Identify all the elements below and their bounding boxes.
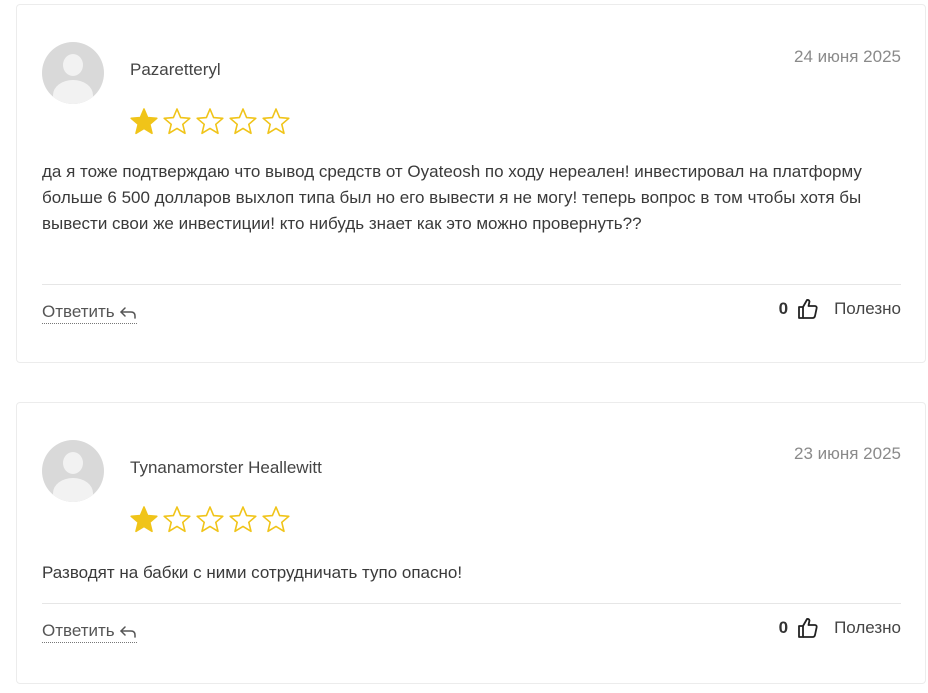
avatar	[42, 42, 104, 104]
divider	[42, 603, 901, 604]
thumbs-up-icon[interactable]	[796, 297, 820, 321]
reply-arrow-icon	[119, 626, 136, 638]
reply-link[interactable]: Ответить	[42, 621, 137, 643]
useful-vote: 0 Полезно	[779, 616, 901, 640]
review-date: 23 июня 2025	[793, 444, 901, 463]
avatar-body-shape	[53, 478, 93, 502]
star-empty-icon	[163, 506, 191, 533]
useful-vote: 0 Полезно	[779, 297, 901, 321]
star-empty-icon	[163, 108, 191, 135]
review-card: Tynanamorster Heallewitt 23 июня 2025 Ра…	[16, 402, 926, 684]
useful-button[interactable]: Полезно	[834, 618, 901, 638]
reply-label: Ответить	[42, 621, 115, 640]
star-empty-icon	[229, 108, 257, 135]
reply-arrow-icon	[119, 307, 136, 319]
avatar-head-shape	[63, 452, 83, 474]
star-empty-icon	[196, 108, 224, 135]
star-empty-icon	[262, 108, 290, 135]
star-filled-icon	[130, 108, 158, 135]
star-filled-icon	[130, 506, 158, 533]
review-author: Tynanamorster Heallewitt	[130, 458, 322, 477]
review-text: да я тоже подтверждаю что вывод средств …	[42, 162, 862, 233]
avatar	[42, 440, 104, 502]
divider	[42, 284, 901, 285]
reply-link[interactable]: Ответить	[42, 302, 137, 324]
reply-label: Ответить	[42, 302, 115, 321]
avatar-head-shape	[63, 54, 83, 76]
star-empty-icon	[262, 506, 290, 533]
star-empty-icon	[229, 506, 257, 533]
review-card: Pazaretteryl 24 июня 2025 да я тоже подт…	[16, 4, 926, 363]
review-text: Разводят на бабки с ними сотрудничать ту…	[42, 563, 463, 582]
thumbs-up-icon[interactable]	[796, 616, 820, 640]
useful-count: 0	[778, 299, 789, 318]
avatar-body-shape	[53, 80, 93, 104]
star-empty-icon	[196, 506, 224, 533]
star-rating	[128, 106, 292, 138]
useful-count: 0	[778, 618, 789, 637]
useful-button[interactable]: Полезно	[834, 299, 901, 319]
review-date: 24 июня 2025	[793, 47, 901, 66]
review-author: Pazaretteryl	[130, 60, 221, 79]
star-rating	[128, 504, 292, 536]
